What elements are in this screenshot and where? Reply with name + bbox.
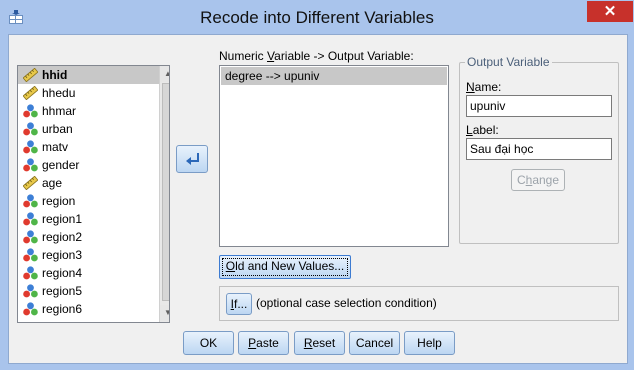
variable-name: region4 [42,266,83,280]
list-item[interactable]: region3 [18,246,169,264]
variable-name: hhmar [42,104,77,118]
nominal-balls-icon [23,158,38,172]
nominal-balls-icon [23,104,38,118]
list-item[interactable]: hhid [18,66,169,84]
output-variable-legend: Output Variable [465,55,552,69]
variable-name: matv [42,140,69,154]
window-title: Recode into Different Variables [200,8,434,27]
scroll-up-button[interactable]: ▲ [160,66,169,82]
change-button[interactable]: Change [511,169,565,191]
focus-rectangle [222,258,348,276]
dialog-body: hhid hhedu hhmar urban matv gender age region re… [8,34,628,364]
variable-name: age [42,176,63,190]
nominal-balls-icon [23,266,38,280]
nominal-balls-icon [23,248,38,262]
variable-name: region5 [42,284,83,298]
scale-ruler-icon [22,175,39,191]
list-item[interactable]: hhedu [18,84,169,102]
list-item[interactable]: region4 [18,264,169,282]
list-item[interactable]: age [18,174,169,192]
list-item[interactable]: region [18,192,169,210]
nominal-balls-icon [23,194,38,208]
title-bar: Recode into Different Variables ✕ [0,0,634,34]
variable-name: region [42,194,76,208]
ok-button[interactable]: OK [183,331,234,355]
name-input[interactable] [466,95,612,117]
variable-name: hhedu [42,86,76,100]
list-item[interactable]: region2 [18,228,169,246]
list-item[interactable]: hhmar [18,102,169,120]
source-variable-list[interactable]: hhid hhedu hhmar urban matv gender age region re… [17,65,170,323]
curved-arrow-icon [186,153,199,165]
name-label: Name: [466,80,502,94]
scale-ruler-icon [22,67,39,83]
variable-name: hhid [42,68,68,82]
nominal-balls-icon [23,212,38,226]
variable-name: region3 [42,248,83,262]
scroll-down-button[interactable]: ▼ [160,305,169,321]
list-item[interactable]: region6 [18,300,169,318]
scroll-thumb[interactable] [162,83,169,301]
list-item[interactable]: degree --> upuniv [221,67,447,85]
label-label: Label: [466,123,499,137]
nominal-balls-icon [23,122,38,136]
close-button[interactable]: ✕ [587,1,633,22]
list-item[interactable]: urban [18,120,169,138]
variable-name: urban [42,122,73,136]
if-condition-text: (optional case selection condition) [256,296,437,310]
nominal-balls-icon [23,284,38,298]
numeric-variable-list[interactable]: degree --> upuniv [219,65,449,247]
variable-name: region1 [42,212,83,226]
variable-name: region2 [42,230,83,244]
cancel-button[interactable]: Cancel [349,331,400,355]
variable-name: gender [42,158,80,172]
old-and-new-values-button[interactable]: Old and New Values... [219,255,351,279]
list-item[interactable]: region1 [18,210,169,228]
variable-list-scrollbar[interactable]: ▲ ▼ [159,66,169,322]
list-item[interactable]: matv [18,138,169,156]
nominal-balls-icon [23,140,38,154]
move-variable-button[interactable] [176,145,208,173]
nominal-balls-icon [23,302,38,316]
help-button[interactable]: Help [404,331,455,355]
numeric-variable-label: Numeric Variable -> Output Variable: [219,49,414,63]
paste-button[interactable]: Paste [238,331,289,355]
list-item[interactable]: gender [18,156,169,174]
scale-ruler-icon [22,85,39,101]
list-item[interactable]: region5 [18,282,169,300]
reset-button[interactable]: Reset [294,331,345,355]
if-condition-group: If... (optional case selection condition… [219,286,619,321]
dialog-window: Recode into Different Variables ✕ hhid hh… [0,0,634,370]
nominal-balls-icon [23,230,38,244]
label-input[interactable] [466,138,612,160]
if-button[interactable]: If... [226,293,252,315]
variable-name: region6 [42,302,83,316]
output-variable-group: Output Variable Name: Label: Change [459,55,619,244]
